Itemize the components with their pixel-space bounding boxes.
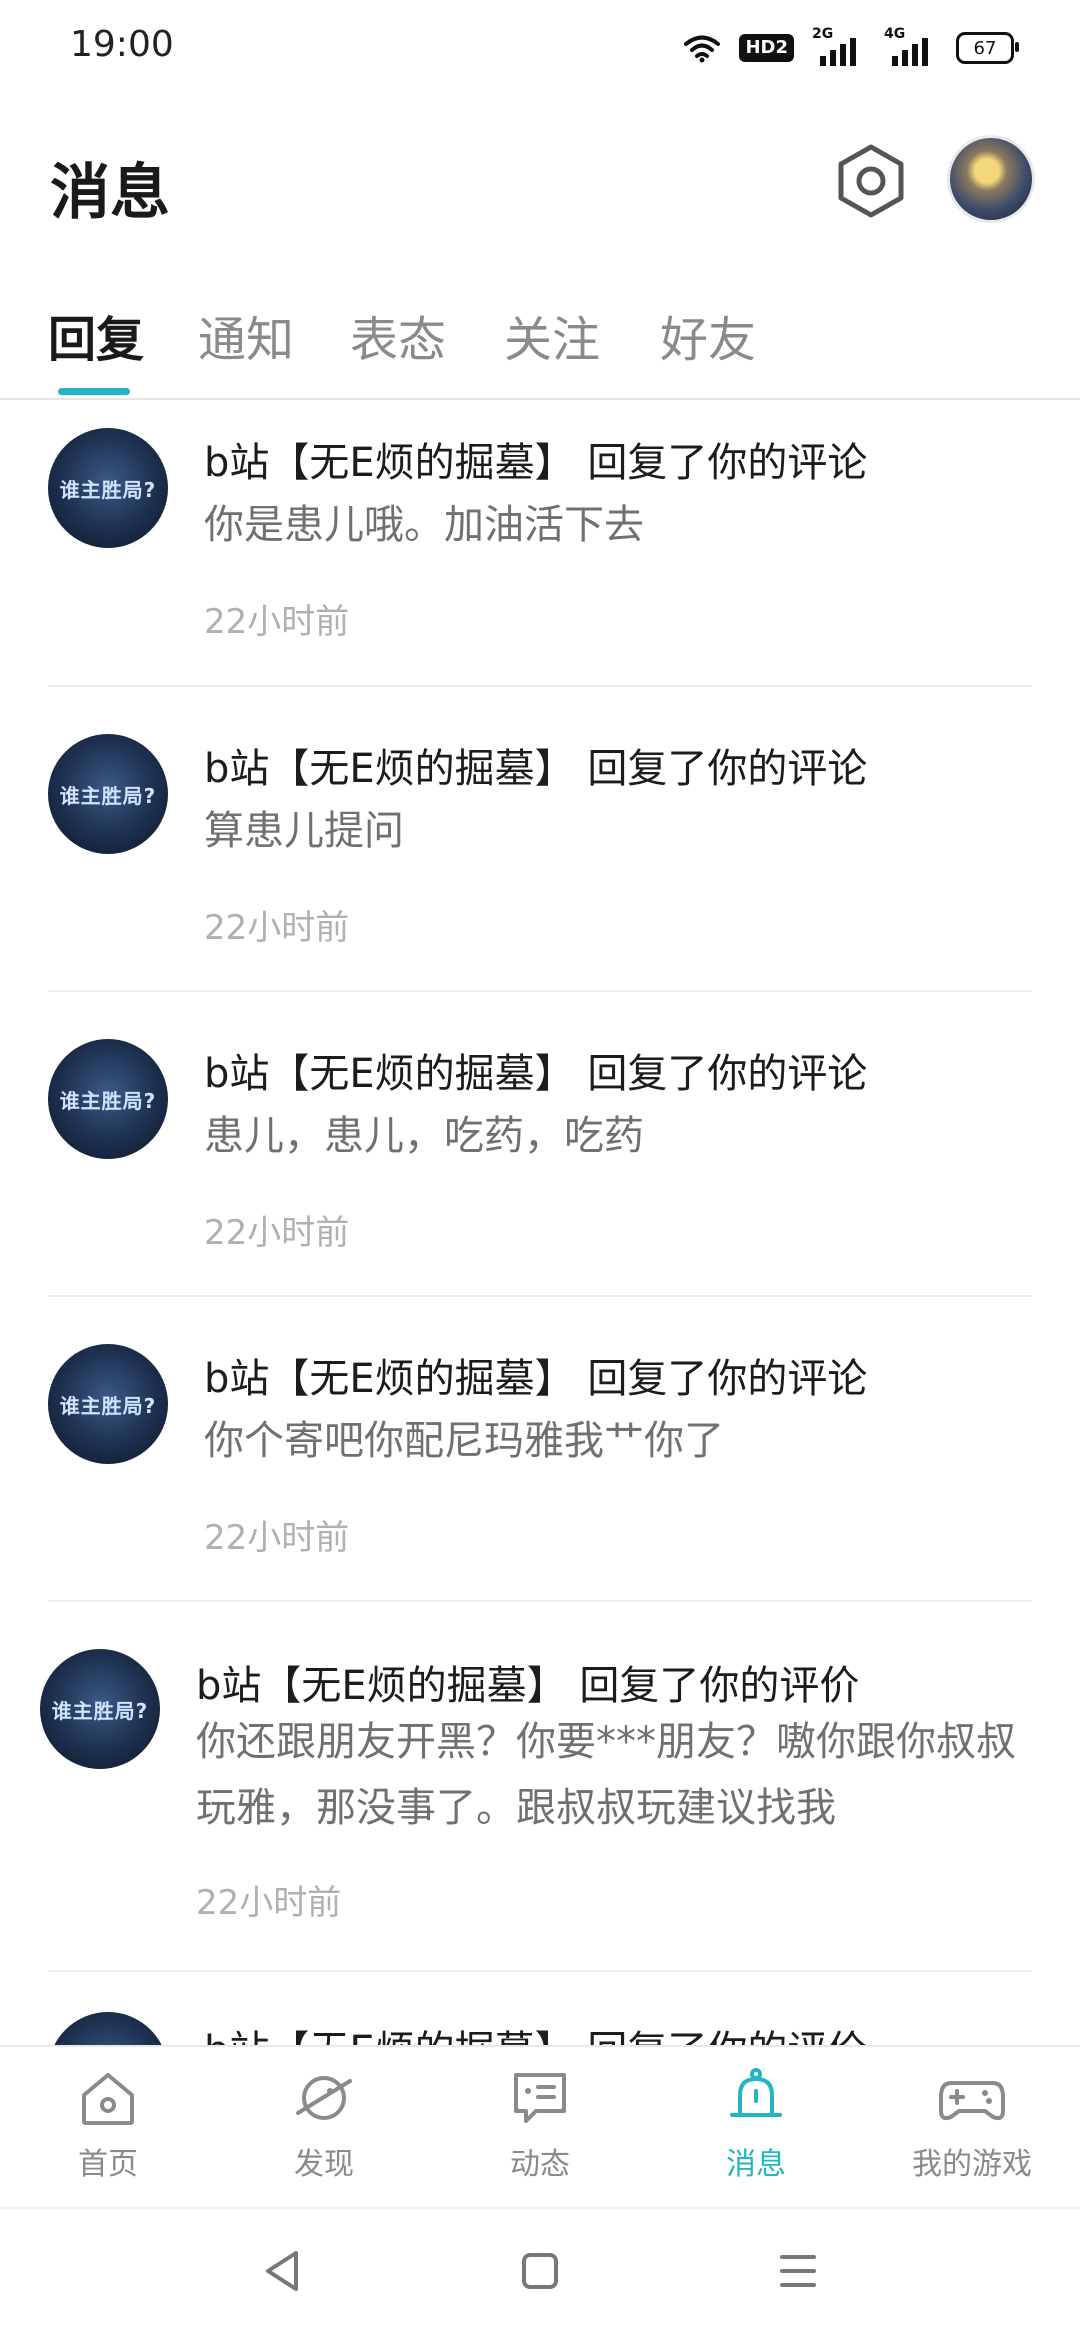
message-list[interactable]: 谁主胜局? b站【无E烦的掘墓】 回复了你的评论 你是患儿哦。加油活下去 22小… bbox=[0, 400, 1080, 2045]
item-body: 你还跟朋友开黑？你要***朋友？嗷你跟你叔叔玩雅，那没事了。跟叔叔玩建议找我 bbox=[196, 1719, 1016, 1831]
sender-avatar[interactable]: 谁主胜局? bbox=[40, 1649, 160, 1769]
status-time: 19:00 bbox=[70, 24, 174, 65]
system-nav-bar bbox=[0, 2207, 1080, 2342]
divider bbox=[48, 1600, 1032, 1602]
user-avatar[interactable] bbox=[950, 138, 1032, 220]
sender-avatar[interactable]: 谁主胜局? bbox=[48, 428, 168, 548]
item-title: b站【无E烦的掘墓】 回复了你的评价 bbox=[196, 1663, 860, 1709]
status-icons: HD2 2G 4G 67 bbox=[683, 26, 1019, 68]
item-time: 22小时前 bbox=[196, 1883, 342, 1923]
page-header: 消息 bbox=[0, 130, 1080, 240]
item-title: b站【无E烦的掘墓】 回复了你的评论 bbox=[204, 1356, 868, 1402]
list-item[interactable]: 谁主胜局? b站【无E烦的掘墓】 回复了你的评价 你还跟朋友开黑？你要***朋友… bbox=[0, 1603, 1080, 1970]
list-item[interactable]: 谁主胜局? b站【无E烦的掘墓】 回复了你的评价 bbox=[0, 1972, 1080, 2045]
item-time: 22小时前 bbox=[204, 1518, 350, 1558]
tab-notifications[interactable]: 通知 bbox=[198, 300, 294, 370]
list-item[interactable]: 谁主胜局? b站【无E烦的掘墓】 回复了你的评论 你是患儿哦。加油活下去 22小… bbox=[0, 400, 1080, 686]
item-body: 患儿，患儿，吃药，吃药 bbox=[204, 1113, 644, 1159]
wifi-icon bbox=[684, 35, 721, 63]
item-title: b站【无E烦的掘墓】 回复了你的评论 bbox=[204, 440, 868, 486]
nav-messages[interactable]: 消息 bbox=[656, 2067, 856, 2183]
square-icon bbox=[522, 2253, 558, 2289]
tab-reactions[interactable]: 表态 bbox=[350, 300, 446, 370]
settings-button[interactable] bbox=[832, 142, 910, 220]
home-system-button[interactable] bbox=[520, 2249, 560, 2297]
sender-avatar[interactable]: 谁主胜局? bbox=[48, 1039, 168, 1159]
divider bbox=[48, 685, 1032, 687]
battery-icon: 67 bbox=[956, 32, 1019, 64]
item-body: 算患儿提问 bbox=[204, 808, 404, 854]
sender-avatar[interactable]: 谁主胜局? bbox=[48, 2012, 168, 2045]
menu-lines-icon bbox=[780, 2255, 816, 2287]
gamepad-icon bbox=[939, 2081, 1005, 2121]
item-title: b站【无E烦的掘墓】 回复了你的评论 bbox=[204, 1051, 868, 1097]
bell-icon bbox=[730, 2068, 782, 2117]
page-title: 消息 bbox=[50, 158, 170, 228]
list-item[interactable]: 谁主胜局? b站【无E烦的掘墓】 回复了你的评论 你个寄吧你配尼玛雅我艹你了 2… bbox=[0, 1298, 1080, 1602]
tab-bar: 回复 通知 表态 关注 好友 bbox=[0, 300, 1080, 400]
tab-follows[interactable]: 关注 bbox=[504, 300, 600, 370]
tab-friends[interactable]: 好友 bbox=[660, 300, 756, 370]
item-title: b站【无E烦的掘墓】 回复了你的评论 bbox=[204, 746, 868, 792]
item-body: 你是患儿哦。加油活下去 bbox=[204, 502, 644, 548]
item-time: 22小时前 bbox=[204, 602, 350, 642]
item-body: 你个寄吧你配尼玛雅我艹你了 bbox=[204, 1418, 724, 1464]
nav-home[interactable]: 首页 bbox=[8, 2067, 208, 2183]
divider bbox=[48, 990, 1032, 992]
signal-2g-icon: 2G bbox=[812, 26, 866, 66]
list-item[interactable]: 谁主胜局? b站【无E烦的掘墓】 回复了你的评论 患儿，患儿，吃药，吃药 22小… bbox=[0, 993, 1080, 1297]
status-bar: 19:00 HD2 2G 4G 67 bbox=[0, 0, 1080, 96]
sender-avatar[interactable]: 谁主胜局? bbox=[48, 1344, 168, 1464]
back-button[interactable] bbox=[262, 2249, 302, 2297]
tab-replies[interactable]: 回复 bbox=[48, 300, 144, 370]
planet-icon bbox=[296, 2076, 352, 2120]
nav-discover[interactable]: 发现 bbox=[224, 2067, 424, 2183]
hd-voice-badge: HD2 bbox=[739, 34, 794, 62]
nav-my-games[interactable]: 我的游戏 bbox=[872, 2067, 1072, 2183]
item-time: 22小时前 bbox=[204, 908, 350, 948]
chat-icon bbox=[514, 2073, 566, 2123]
recents-button[interactable] bbox=[778, 2249, 818, 2297]
active-tab-indicator bbox=[58, 388, 130, 395]
list-item[interactable]: 谁主胜局? b站【无E烦的掘墓】 回复了你的评论 算患儿提问 22小时前 bbox=[0, 688, 1080, 992]
signal-4g-icon: 4G bbox=[884, 26, 938, 66]
item-time: 22小时前 bbox=[204, 1213, 350, 1253]
back-triangle-icon bbox=[266, 2251, 298, 2291]
nav-feed[interactable]: 动态 bbox=[440, 2067, 640, 2183]
home-icon bbox=[82, 2073, 134, 2125]
item-title: b站【无E烦的掘墓】 回复了你的评价 bbox=[204, 2018, 867, 2045]
bottom-nav: 首页 发现 动态 消息 我的游戏 bbox=[0, 2045, 1080, 2207]
divider bbox=[48, 1295, 1032, 1297]
battery-level: 67 bbox=[973, 37, 997, 59]
sender-avatar[interactable]: 谁主胜局? bbox=[48, 734, 168, 854]
settings-hex-icon bbox=[838, 144, 904, 218]
